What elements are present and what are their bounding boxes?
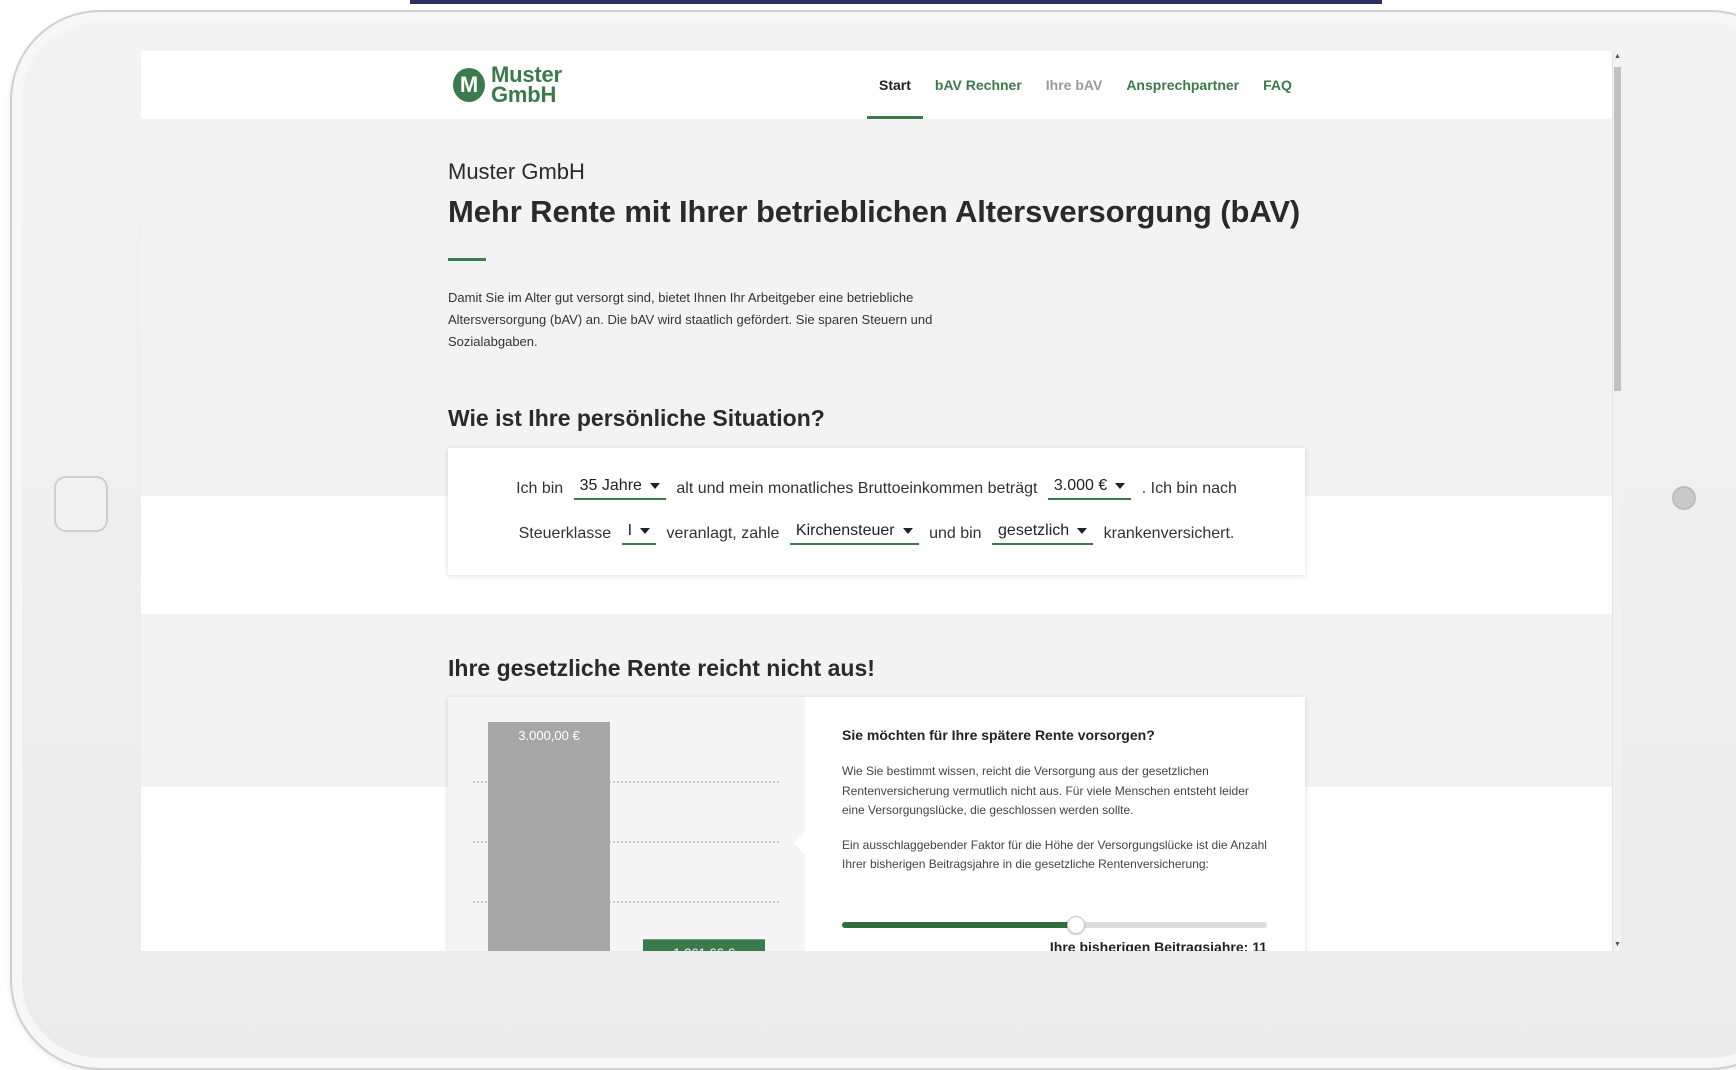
panel-paragraph-2: Ein ausschlaggebender Faktor für die Höh… xyxy=(842,837,1267,872)
slider-handle[interactable] xyxy=(1066,916,1085,934)
title-accent-line xyxy=(448,258,486,261)
scroll-up-icon[interactable]: ▲ xyxy=(1613,51,1621,63)
tablet-home-button xyxy=(54,476,108,532)
nav-start[interactable]: Start xyxy=(867,51,923,119)
age-dropdown[interactable]: 35 Jahre xyxy=(573,477,666,501)
tax-class-dropdown[interactable]: I xyxy=(621,522,657,546)
pension-text-panel: Sie möchten für Ihre spätere Rente vorso… xyxy=(842,727,1270,951)
church-tax-value: Kirchensteuer xyxy=(795,522,895,539)
sentence-text: krankenversichert. xyxy=(1103,524,1235,542)
slider-value: 11 xyxy=(1252,939,1267,951)
pension-chart: 3.000,00 € 1.261,66 € xyxy=(448,697,805,951)
situation-sentence-line1: Ich bin 35 Jahre alt und mein monatliche… xyxy=(448,477,1305,501)
company-logo[interactable]: M Muster GmbH xyxy=(453,64,562,107)
nav-faq[interactable]: FAQ xyxy=(1251,51,1304,119)
sentence-text: Ich bin xyxy=(516,479,564,497)
scroll-down-icon[interactable]: ▼ xyxy=(1613,939,1621,951)
company-name: Muster GmbH xyxy=(448,159,585,184)
page-scrollbar[interactable]: ▲ ▼ xyxy=(1612,51,1621,951)
nav-ihre-bav[interactable]: Ihre bAV xyxy=(1034,51,1115,119)
situation-sentence-line2: Steuerklasse I veranlagt, zahle Kirchens… xyxy=(448,522,1305,546)
nav-ansprechpartner[interactable]: Ansprechpartner xyxy=(1114,51,1251,119)
nav-bav-rechner[interactable]: bAV Rechner xyxy=(923,51,1034,119)
sentence-text: Steuerklasse xyxy=(518,524,612,542)
church-tax-dropdown[interactable]: Kirchensteuer xyxy=(789,522,919,546)
sentence-text: veranlagt, zahle xyxy=(666,524,780,542)
contribution-years-slider[interactable] xyxy=(842,916,1267,934)
pension-chart-svg: 3.000,00 € 1.261,66 € xyxy=(473,722,781,951)
site-header: M Muster GmbH Start bAV Rechner Ihre bAV… xyxy=(141,51,1612,119)
main-nav: Start bAV Rechner Ihre bAV Ansprechpartn… xyxy=(867,51,1304,119)
situation-card: Ich bin 35 Jahre alt und mein monatliche… xyxy=(448,448,1305,575)
sentence-text: und bin xyxy=(929,524,982,542)
chevron-down-icon xyxy=(640,528,651,534)
situation-heading: Wie ist Ihre persönliche Situation? xyxy=(448,405,825,431)
pension-card: 3.000,00 € 1.261,66 € Sie möchten für Ihr… xyxy=(448,697,1305,951)
income-value: 3.000 € xyxy=(1053,477,1108,494)
top-strip xyxy=(410,0,1382,4)
logo-text-line2: GmbH xyxy=(491,82,557,107)
logo-icon: M xyxy=(453,68,485,102)
tablet-camera xyxy=(1672,486,1696,510)
chart-data-label: 1.261,66 € xyxy=(673,945,735,951)
age-value: 35 Jahre xyxy=(579,477,642,494)
income-dropdown[interactable]: 3.000 € xyxy=(1047,477,1132,501)
slider-value-label: Ihre bisherigen Beitragsjahre: 11 xyxy=(1050,939,1267,951)
chevron-down-icon xyxy=(649,483,660,489)
insurance-value: gesetzlich xyxy=(998,522,1070,539)
tax-class-value: I xyxy=(627,522,633,539)
slider-fill xyxy=(842,922,1076,928)
chart-data-label: 3.000,00 € xyxy=(518,728,580,743)
pension-heading: Ihre gesetzliche Rente reicht nicht aus! xyxy=(448,655,875,681)
page-title: Mehr Rente mit Ihrer betrieblichen Alter… xyxy=(448,194,1301,229)
chart-bar xyxy=(488,722,610,951)
panel-title: Sie möchten für Ihre spätere Rente vorso… xyxy=(842,727,1155,743)
sentence-text: . Ich bin nach xyxy=(1141,479,1237,497)
chevron-down-icon xyxy=(1077,528,1088,534)
panel-paragraph-1: Wie Sie bestimmt wissen, reicht die Vers… xyxy=(842,764,1249,817)
chevron-down-icon xyxy=(902,528,913,534)
slider-label-text: Ihre bisherigen Beitragsjahre: xyxy=(1049,939,1249,951)
chevron-down-icon xyxy=(1115,483,1126,489)
insurance-dropdown[interactable]: gesetzlich xyxy=(992,522,1094,546)
sentence-text: alt und mein monatliches Bruttoeinkommen… xyxy=(676,479,1038,497)
browser-screen: M Muster GmbH Start bAV Rechner Ihre bAV… xyxy=(141,51,1621,951)
scrollbar-thumb[interactable] xyxy=(1614,67,1621,391)
intro-text: Damit Sie im Alter gut versorgt sind, bi… xyxy=(448,290,933,349)
